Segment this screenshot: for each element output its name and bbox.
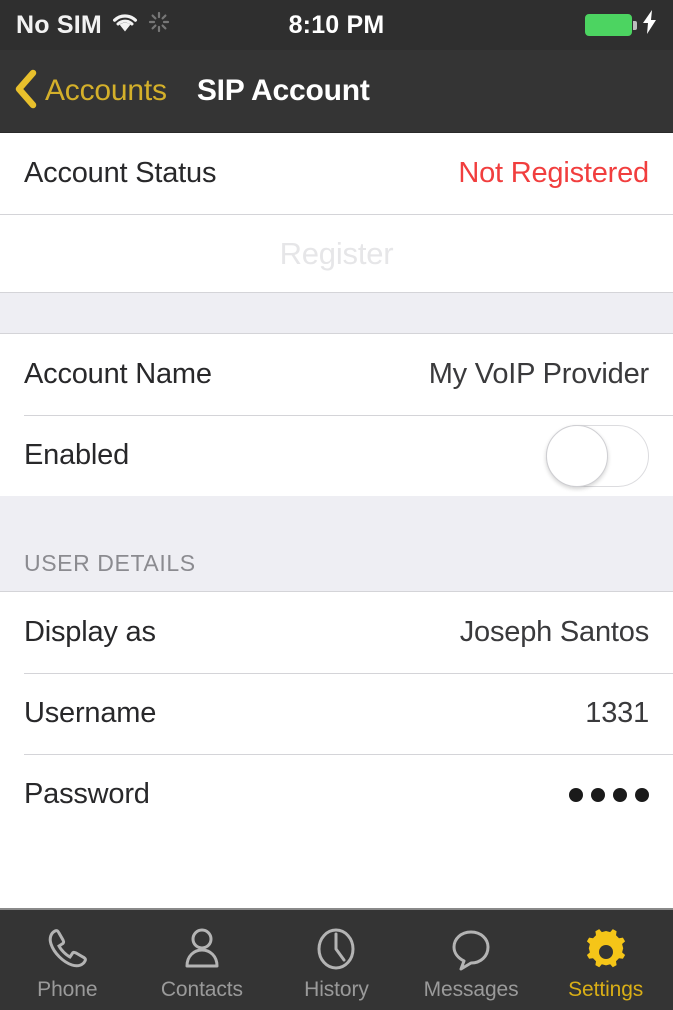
status-badge: Not Registered — [458, 157, 649, 189]
tab-messages[interactable]: Messages — [404, 910, 539, 1010]
battery-nub — [633, 20, 638, 30]
tab-label-contacts: Contacts — [160, 977, 243, 1001]
row-enabled[interactable]: Enabled — [0, 415, 673, 496]
password-dot — [591, 787, 605, 802]
tab-label-phone: Phone — [37, 977, 98, 1001]
tab-settings[interactable]: Settings — [538, 910, 673, 1010]
settings-content: Account Status Not Registered Register A… — [0, 133, 673, 908]
password-dot — [569, 787, 583, 802]
row-label-username: Username — [24, 697, 157, 729]
row-label-display-as: Display as — [24, 616, 156, 648]
phone-handset-icon — [42, 923, 92, 975]
battery-full-icon — [585, 14, 638, 36]
tab-contacts[interactable]: Contacts — [135, 910, 270, 1010]
toggle-knob — [546, 424, 608, 487]
section-header-label: USER DETAILS — [24, 550, 196, 576]
row-account-status[interactable]: Account Status Not Registered — [0, 133, 673, 214]
account-group: Account Name My VoIP Provider Enabled — [0, 334, 673, 496]
back-button-accounts[interactable]: Accounts — [14, 69, 167, 114]
person-icon — [177, 923, 227, 975]
password-dot — [635, 787, 649, 802]
section-gap — [0, 293, 673, 334]
navigation-bar: Accounts SIP Account — [0, 50, 673, 133]
page-title: SIP Account — [196, 74, 370, 107]
lightning-bolt-icon — [643, 9, 657, 41]
tab-bar: Phone Contacts History Messages Settings — [0, 908, 673, 1010]
battery-body — [585, 14, 633, 36]
content-filler — [0, 835, 673, 908]
row-username[interactable]: Username 1331 — [0, 673, 673, 754]
wifi-icon — [111, 11, 139, 40]
tab-label-history: History — [304, 977, 369, 1001]
clock-label: 8:10 PM — [288, 10, 385, 39]
row-value-display-as: Joseph Santos — [459, 616, 649, 648]
speech-bubble-icon — [446, 923, 496, 975]
row-label-password: Password — [24, 778, 150, 810]
register-button[interactable]: Register — [0, 214, 673, 293]
tab-history[interactable]: History — [269, 910, 404, 1010]
row-label-enabled: Enabled — [24, 439, 130, 471]
status-bar: No SIM 8:10 PM — [0, 0, 673, 50]
section-header-user-details: USER DETAILS — [0, 496, 673, 592]
password-masked-value — [569, 787, 649, 802]
register-button-label: Register — [279, 235, 394, 271]
chevron-left-icon — [14, 69, 38, 114]
status-bar-right — [384, 9, 657, 41]
tab-phone[interactable]: Phone — [0, 910, 135, 1010]
account-status-group: Account Status Not Registered Register — [0, 133, 673, 293]
row-account-name[interactable]: Account Name My VoIP Provider — [0, 334, 673, 415]
tab-label-settings: Settings — [568, 977, 644, 1001]
enabled-toggle[interactable] — [546, 424, 649, 487]
row-value-username: 1331 — [585, 697, 649, 729]
carrier-label: No SIM — [16, 10, 102, 39]
status-bar-left: No SIM — [16, 11, 289, 40]
tab-label-messages: Messages — [423, 977, 519, 1001]
gear-icon — [581, 923, 631, 975]
row-label-account-status: Account Status — [24, 157, 217, 189]
user-details-group: Display as Joseph Santos Username 1331 P… — [0, 592, 673, 835]
row-password[interactable]: Password — [0, 754, 673, 835]
password-dot — [613, 787, 627, 802]
status-bar-center: 8:10 PM — [289, 11, 385, 40]
phone-screen: No SIM 8:10 PM Accounts SIP Account Acco… — [0, 0, 673, 1010]
row-value-account-name: My VoIP Provider — [428, 358, 650, 390]
row-display-as[interactable]: Display as Joseph Santos — [0, 592, 673, 673]
back-button-label: Accounts — [45, 74, 167, 107]
row-label-account-name: Account Name — [24, 358, 212, 390]
activity-indicator-icon — [148, 11, 170, 40]
clock-icon — [311, 923, 361, 975]
